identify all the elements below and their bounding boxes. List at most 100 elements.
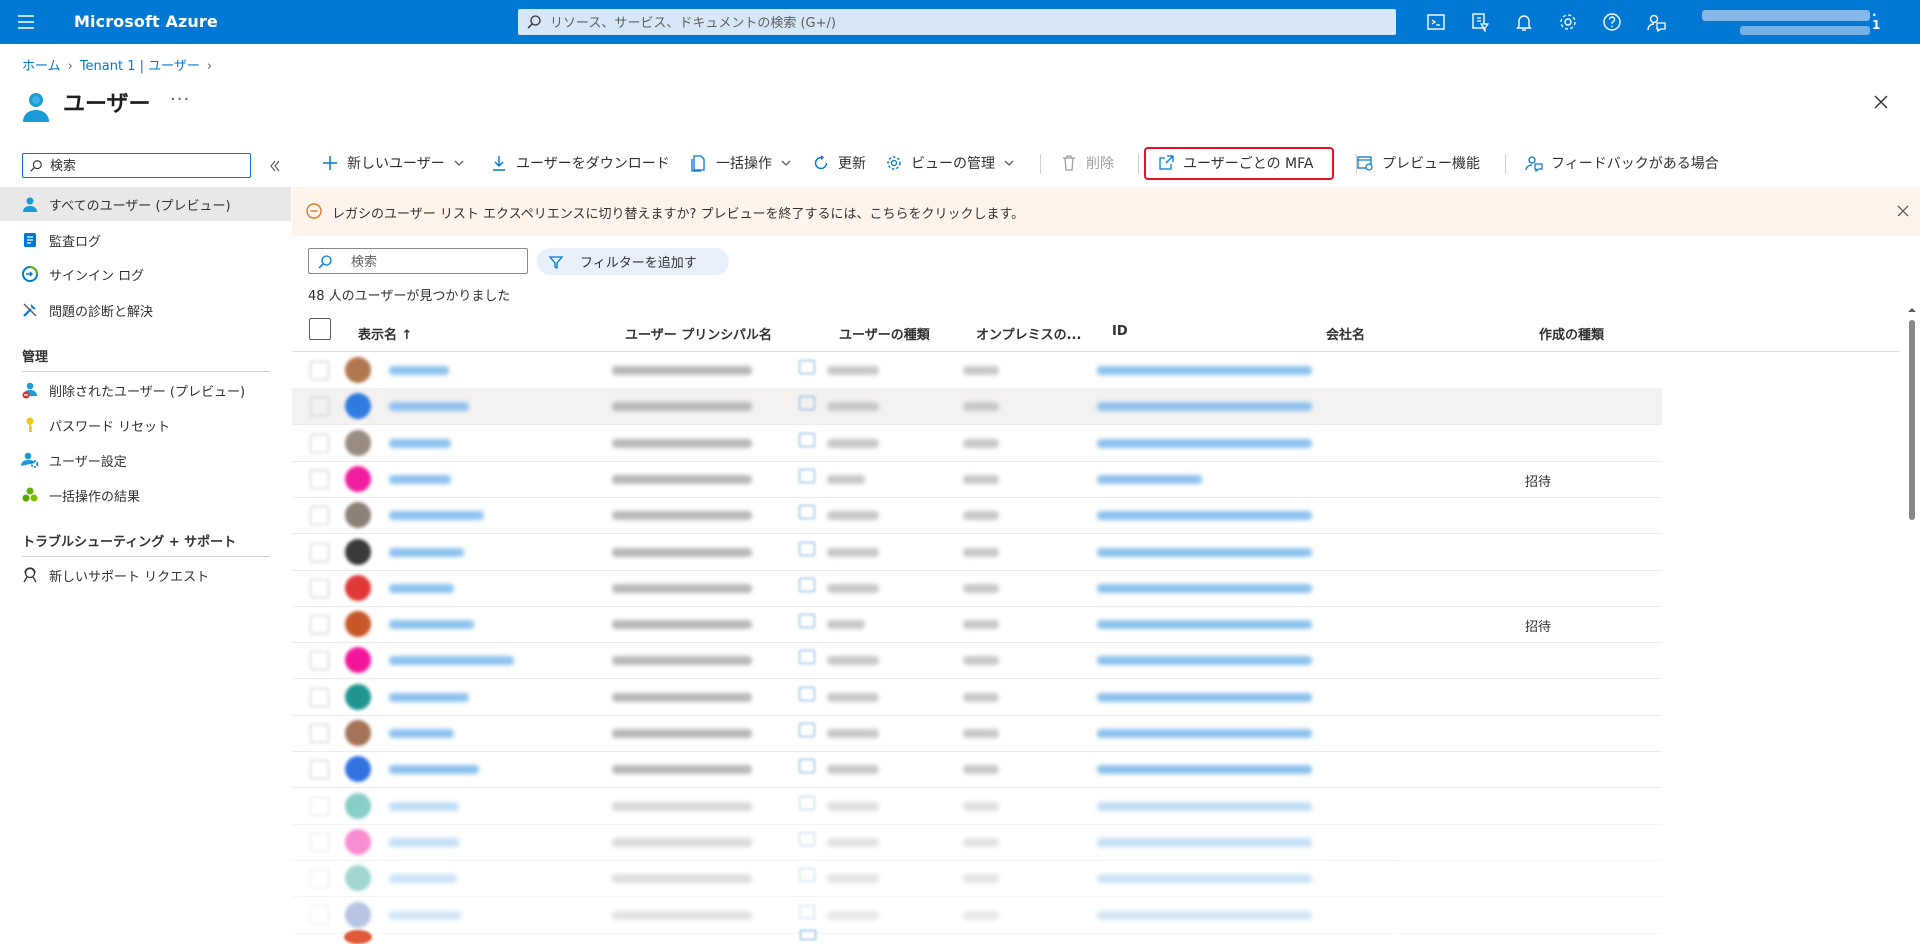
portal-brand[interactable]: Microsoft Azure xyxy=(74,12,218,31)
display-name-redacted[interactable] xyxy=(389,366,449,375)
object-id-redacted[interactable] xyxy=(1097,438,1312,448)
nav-item-all-users[interactable]: すべてのユーザー (プレビュー) xyxy=(0,187,291,221)
directory-filter-icon[interactable] xyxy=(1469,11,1491,33)
add-filter-button[interactable]: フィルターを追加す xyxy=(537,248,729,275)
nav-item-bulk-results[interactable]: 一括操作の結果 xyxy=(0,478,291,512)
preview-features-button[interactable]: プレビュー機能 xyxy=(1356,148,1480,178)
feedback-icon[interactable] xyxy=(1645,11,1667,33)
object-id-redacted[interactable] xyxy=(1097,874,1312,884)
row-checkbox[interactable] xyxy=(310,578,329,598)
table-row[interactable] xyxy=(292,679,1662,716)
display-name-redacted[interactable] xyxy=(389,438,451,448)
manage-view-button[interactable]: ビューの管理 xyxy=(885,148,1015,178)
object-id-redacted[interactable] xyxy=(1097,729,1312,738)
display-name-redacted[interactable] xyxy=(389,656,514,666)
row-checkbox[interactable] xyxy=(310,760,329,780)
object-id-redacted[interactable] xyxy=(1097,656,1312,666)
select-all-checkbox[interactable] xyxy=(309,318,331,340)
row-checkbox[interactable] xyxy=(310,687,329,707)
row-checkbox[interactable] xyxy=(310,433,329,453)
table-row[interactable] xyxy=(292,497,1662,535)
scrollbar-thumb[interactable] xyxy=(1909,320,1915,520)
display-name-redacted[interactable] xyxy=(389,837,459,847)
more-options-button[interactable]: ··· xyxy=(170,89,190,110)
delete-button[interactable]: 削除 xyxy=(1060,148,1114,178)
hamburger-menu-icon[interactable] xyxy=(14,10,40,34)
column-user-type[interactable]: ユーザーの種類 xyxy=(839,324,930,343)
account-info[interactable] xyxy=(1694,6,1870,40)
display-name-redacted[interactable] xyxy=(389,511,484,521)
display-name-redacted[interactable] xyxy=(389,620,474,630)
object-id-redacted[interactable] xyxy=(1097,837,1312,847)
collapse-nav-icon[interactable] xyxy=(266,157,284,175)
row-checkbox[interactable] xyxy=(310,469,329,489)
global-search-input[interactable] xyxy=(548,12,1382,34)
download-users-button[interactable]: ユーザーをダウンロード xyxy=(490,148,670,178)
object-id-redacted[interactable] xyxy=(1097,511,1312,521)
nav-item-deleted-users[interactable]: 削除されたユーザー (プレビュー) xyxy=(0,373,291,407)
nav-search-input[interactable] xyxy=(48,156,247,176)
nav-search[interactable] xyxy=(22,153,251,178)
row-checkbox[interactable] xyxy=(310,905,329,925)
display-name-redacted[interactable] xyxy=(389,474,451,484)
display-name-redacted[interactable] xyxy=(389,692,469,702)
row-checkbox[interactable] xyxy=(310,832,329,852)
help-icon[interactable] xyxy=(1601,11,1623,33)
close-icon[interactable] xyxy=(1870,91,1892,113)
column-on-premises[interactable]: オンプレミスの... xyxy=(976,324,1081,343)
object-id-redacted[interactable] xyxy=(1097,366,1312,375)
object-id-redacted[interactable] xyxy=(1097,547,1312,557)
column-upn[interactable]: ユーザー プリンシパル名 xyxy=(625,324,772,343)
table-row[interactable] xyxy=(292,860,1662,898)
row-checkbox[interactable] xyxy=(310,651,329,671)
table-row[interactable] xyxy=(292,824,1662,861)
nav-item-diagnose[interactable]: 問題の診断と解決 xyxy=(0,293,291,327)
table-row[interactable]: 招待 xyxy=(292,461,1662,498)
object-id-redacted[interactable] xyxy=(1097,620,1312,630)
display-name-redacted[interactable] xyxy=(389,547,464,557)
table-row[interactable] xyxy=(292,788,1662,825)
scroll-up-icon[interactable] xyxy=(1908,306,1916,314)
table-row[interactable] xyxy=(292,642,1662,680)
nav-item-new-support-request[interactable]: 新しいサポート リクエスト xyxy=(0,558,291,592)
object-id-redacted[interactable] xyxy=(1097,474,1202,484)
table-row[interactable] xyxy=(292,715,1662,752)
display-name-redacted[interactable] xyxy=(389,583,454,593)
notifications-icon[interactable] xyxy=(1513,11,1535,33)
table-row[interactable]: 招待 xyxy=(292,606,1662,644)
refresh-button[interactable]: 更新 xyxy=(812,148,866,178)
row-checkbox[interactable] xyxy=(310,615,329,635)
object-id-redacted[interactable] xyxy=(1097,583,1312,593)
object-id-redacted[interactable] xyxy=(1097,910,1312,920)
nav-item-password-reset[interactable]: パスワード リセット xyxy=(0,408,291,442)
display-name-redacted[interactable] xyxy=(389,729,454,738)
table-row[interactable] xyxy=(292,897,1662,934)
table-row[interactable] xyxy=(292,425,1662,462)
row-checkbox[interactable] xyxy=(310,397,329,417)
preview-info-banner[interactable]: レガシのユーザー リスト エクスペリエンスに切り替えますか? プレビューを終了す… xyxy=(292,187,1920,236)
table-row[interactable] xyxy=(292,570,1662,607)
display-name-redacted[interactable] xyxy=(389,874,457,884)
breadcrumb-tenant-users[interactable]: Tenant 1 | ユーザー xyxy=(80,59,200,74)
global-search[interactable] xyxy=(518,9,1396,35)
table-row[interactable] xyxy=(292,388,1662,426)
display-name-redacted[interactable] xyxy=(389,765,479,775)
row-checkbox[interactable] xyxy=(310,724,329,743)
table-search[interactable] xyxy=(308,248,528,274)
display-name-redacted[interactable] xyxy=(389,801,459,811)
row-checkbox[interactable] xyxy=(310,796,329,816)
object-id-redacted[interactable] xyxy=(1097,692,1312,702)
new-user-button[interactable]: 新しいユーザー xyxy=(321,148,465,178)
object-id-redacted[interactable] xyxy=(1097,765,1312,775)
table-row[interactable] xyxy=(292,751,1662,789)
bulk-operations-button[interactable]: 一括操作 xyxy=(690,148,792,178)
row-checkbox[interactable] xyxy=(310,542,329,562)
table-row[interactable] xyxy=(292,534,1662,571)
table-row[interactable] xyxy=(292,352,1662,389)
object-id-redacted[interactable] xyxy=(1097,402,1312,412)
row-checkbox[interactable] xyxy=(310,506,329,526)
column-company[interactable]: 会社名 xyxy=(1326,324,1365,343)
settings-icon[interactable] xyxy=(1557,11,1579,33)
row-checkbox[interactable] xyxy=(310,869,329,889)
cloud-shell-icon[interactable] xyxy=(1425,11,1447,33)
